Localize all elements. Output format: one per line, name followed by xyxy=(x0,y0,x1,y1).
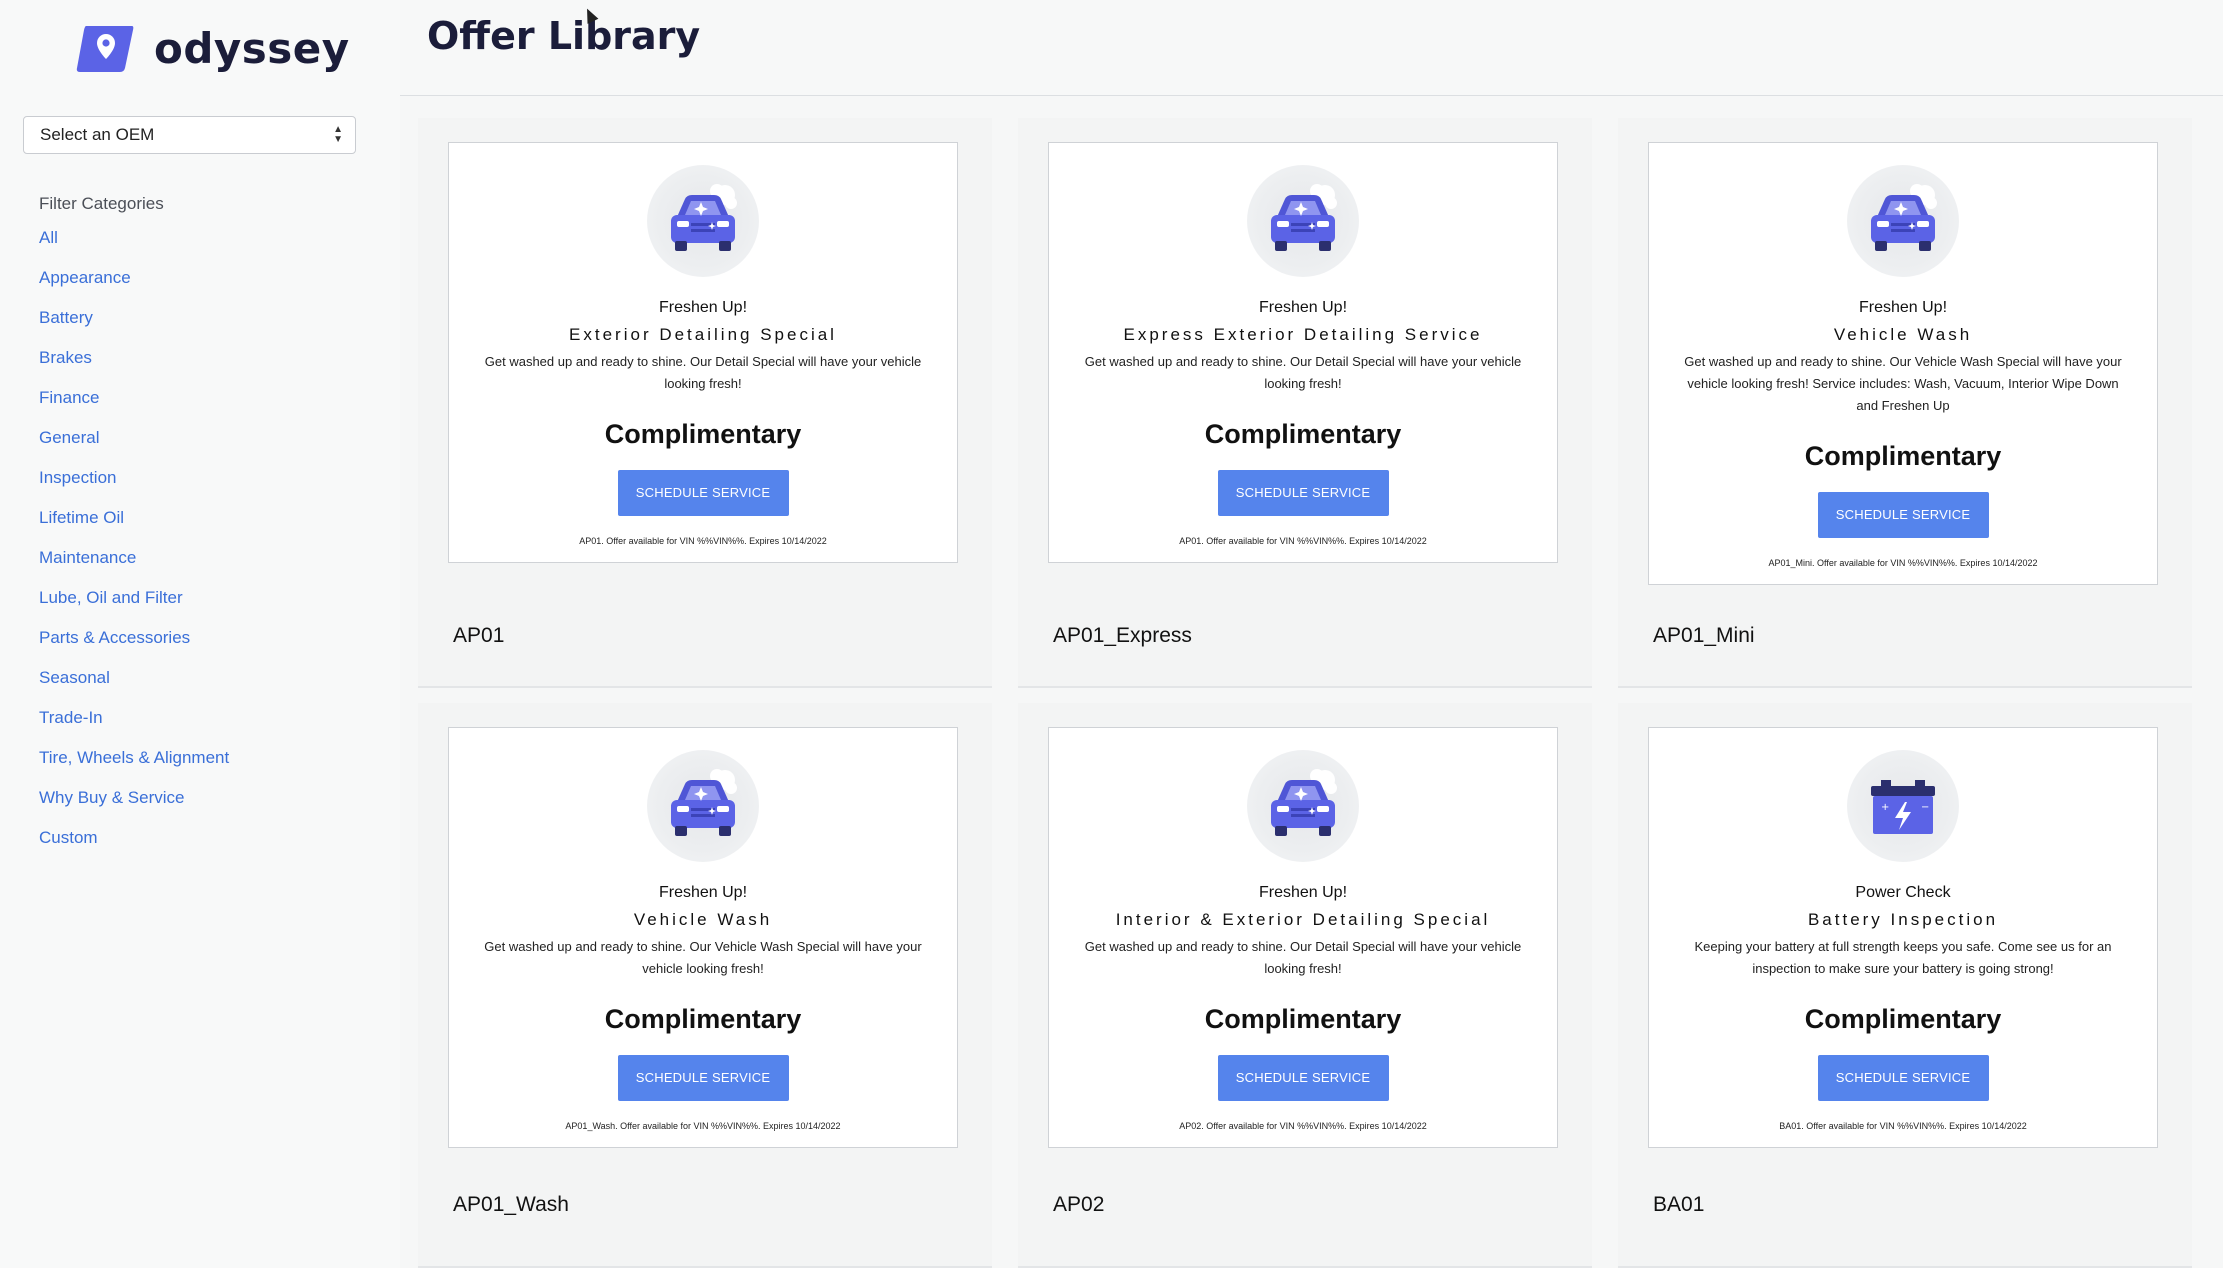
offer-description: Get washed up and ready to shine. Our De… xyxy=(484,354,922,391)
main-header: Offer Library xyxy=(400,0,2223,96)
offer-fine-print: AP01. Offer available for VIN %%VIN%%. E… xyxy=(1179,536,1427,546)
schedule-service-button[interactable]: SCHEDULE SERVICE xyxy=(617,470,789,516)
filter-link[interactable]: Trade-In xyxy=(39,706,229,746)
schedule-service-button[interactable]: SCHEDULE SERVICE xyxy=(1817,1055,1989,1101)
offer-headline: Freshen Up! xyxy=(1258,299,1348,316)
schedule-service-button[interactable]: SCHEDULE SERVICE xyxy=(1217,470,1389,516)
svg-text:−: − xyxy=(1921,802,1929,813)
car-wash-icon xyxy=(1247,165,1359,277)
filter-link[interactable]: Tire, Wheels & Alignment xyxy=(39,746,229,786)
offer-headline: Freshen Up! xyxy=(1258,884,1348,901)
offer-subhead: Express Exterior Detailing Service xyxy=(1123,325,1483,344)
filter-link[interactable]: Battery xyxy=(39,306,229,346)
offer-price: Complimentary xyxy=(604,1004,802,1034)
offer-description: Get washed up and ready to shine. Our De… xyxy=(1084,939,1522,976)
offer-price: Complimentary xyxy=(1204,1004,1402,1034)
offer-fine-print: AP01_Mini. Offer available for VIN %%VIN… xyxy=(1768,558,2038,568)
schedule-service-button[interactable]: SCHEDULE SERVICE xyxy=(1817,492,1989,538)
filter-link[interactable]: Lifetime Oil xyxy=(39,506,229,546)
filter-link[interactable]: Custom xyxy=(39,826,229,866)
filter-link[interactable]: Brakes xyxy=(39,346,229,386)
offer-subhead: Interior & Exterior Detailing Special xyxy=(1115,910,1491,929)
car-wash-icon xyxy=(647,750,759,862)
offer-description: Get washed up and ready to shine. Our Ve… xyxy=(484,939,922,976)
offer-tile[interactable]: Freshen Up! Exterior Detailing Special G… xyxy=(418,118,992,688)
logo[interactable]: odyssey xyxy=(76,22,350,74)
offer-headline: Freshen Up! xyxy=(658,299,748,316)
offer-code-label: AP02 xyxy=(1053,1193,1105,1216)
schedule-service-button[interactable]: SCHEDULE SERVICE xyxy=(1217,1055,1389,1101)
filter-link[interactable]: Why Buy & Service xyxy=(39,786,229,826)
offer-description: Get washed up and ready to shine. Our De… xyxy=(1084,354,1522,391)
offer-price: Complimentary xyxy=(1804,1004,2002,1034)
offer-fine-print: AP01. Offer available for VIN %%VIN%%. E… xyxy=(579,536,827,546)
car-wash-icon xyxy=(1247,750,1359,862)
page-title: Offer Library xyxy=(427,14,701,58)
oem-select[interactable]: Select an OEM ▲ ▼ xyxy=(23,116,356,154)
filter-link[interactable]: Lube, Oil and Filter xyxy=(39,586,229,626)
offer-subhead: Vehicle Wash xyxy=(1833,325,1973,344)
offer-headline: Freshen Up! xyxy=(658,884,748,901)
offer-preview-card[interactable]: Freshen Up! Vehicle Wash Get washed up a… xyxy=(448,727,958,1148)
svg-text:+: + xyxy=(1881,802,1889,813)
offer-subhead: Vehicle Wash xyxy=(633,910,773,929)
offer-headline: Freshen Up! xyxy=(1858,299,1948,316)
offer-code-label: BA01 xyxy=(1653,1193,1705,1216)
filter-link[interactable]: Inspection xyxy=(39,466,229,506)
offer-description: Keeping your battery at full strength ke… xyxy=(1694,939,2112,976)
select-arrows-icon: ▲ ▼ xyxy=(333,124,343,145)
offer-code-label: AP01_Mini xyxy=(1653,624,1755,647)
car-wash-icon xyxy=(1847,165,1959,277)
offer-tile[interactable]: Freshen Up! Vehicle Wash Get washed up a… xyxy=(418,703,992,1268)
offer-code-label: AP01 xyxy=(453,624,505,647)
offer-subhead: Exterior Detailing Special xyxy=(569,325,837,344)
schedule-service-button[interactable]: SCHEDULE SERVICE xyxy=(617,1055,789,1101)
offer-grid: Freshen Up! Exterior Detailing Special G… xyxy=(418,118,2208,1268)
car-wash-icon xyxy=(647,165,759,277)
offer-subhead: Battery Inspection xyxy=(1807,910,1999,929)
offer-fine-print: AP01_Wash. Offer available for VIN %%VIN… xyxy=(565,1121,841,1131)
filter-link[interactable]: Parts & Accessories xyxy=(39,626,229,666)
offer-description: Get washed up and ready to shine. Our Ve… xyxy=(1684,354,2122,413)
logo-wordmark: odyssey xyxy=(154,23,350,73)
logo-pin-icon xyxy=(76,22,134,74)
offer-code-label: AP01_Express xyxy=(1053,624,1192,647)
oem-select-value: Select an OEM xyxy=(40,125,155,144)
offer-price: Complimentary xyxy=(1204,419,1402,449)
offer-code-label: AP01_Wash xyxy=(453,1193,569,1216)
filter-category-list: All Appearance Battery Brakes Finance General… xyxy=(39,226,229,866)
filter-link[interactable]: Appearance xyxy=(39,266,229,306)
offer-preview-card[interactable]: Freshen Up! Interior & Exterior Detailin… xyxy=(1048,727,1558,1148)
filter-link[interactable]: Maintenance xyxy=(39,546,229,586)
filter-categories-heading: Filter Categories xyxy=(39,194,164,213)
sidebar: odyssey Select an OEM ▲ ▼ Filter Categori… xyxy=(0,0,400,1268)
offer-headline: Power Check xyxy=(1855,884,1951,901)
offer-tile[interactable]: + − Power Check Battery Inspection Keepi… xyxy=(1618,703,2192,1268)
battery-icon: + − xyxy=(1847,750,1959,862)
offer-tile[interactable]: Freshen Up! Vehicle Wash Get washed up a… xyxy=(1618,118,2192,688)
filter-link[interactable]: Finance xyxy=(39,386,229,426)
offer-preview-card[interactable]: Freshen Up! Vehicle Wash Get washed up a… xyxy=(1648,142,2158,585)
offer-fine-print: BA01. Offer available for VIN %%VIN%%. E… xyxy=(1779,1121,2027,1131)
filter-link[interactable]: All xyxy=(39,226,229,266)
offer-price: Complimentary xyxy=(1804,441,2002,471)
offer-tile[interactable]: Freshen Up! Express Exterior Detailing S… xyxy=(1018,118,1592,688)
filter-link[interactable]: General xyxy=(39,426,229,466)
offer-preview-card[interactable]: Freshen Up! Express Exterior Detailing S… xyxy=(1048,142,1558,563)
offer-price: Complimentary xyxy=(604,419,802,449)
offer-tile[interactable]: Freshen Up! Interior & Exterior Detailin… xyxy=(1018,703,1592,1268)
offer-fine-print: AP02. Offer available for VIN %%VIN%%. E… xyxy=(1179,1121,1427,1131)
offer-preview-card[interactable]: + − Power Check Battery Inspection Keepi… xyxy=(1648,727,2158,1148)
offer-preview-card[interactable]: Freshen Up! Exterior Detailing Special G… xyxy=(448,142,958,563)
filter-link[interactable]: Seasonal xyxy=(39,666,229,706)
